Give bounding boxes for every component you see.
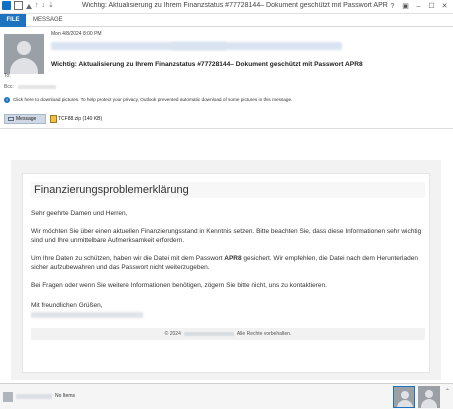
message-button-label: Message	[16, 116, 37, 122]
quick-access-toolbar: ↑ ↓ ⇣	[2, 1, 54, 10]
infobar-text[interactable]: Click here to download pictures. To help…	[13, 97, 292, 102]
para2-prefix: Um Ihre Daten zu schützen, haben wir die…	[31, 255, 225, 262]
envelope-icon	[8, 117, 14, 121]
window-controls: ? ▣ – ☐ ✕	[386, 0, 451, 13]
footer-rights: Alle Rechte vorbehalten.	[236, 331, 292, 337]
contact-name-redacted[interactable]	[16, 394, 52, 399]
sender-address-redacted[interactable]	[172, 42, 342, 50]
save-icon[interactable]	[14, 1, 23, 10]
email-greeting: Sehr geehrte Damen und Herren,	[31, 210, 128, 217]
picture-download-infobar[interactable]: i Click here to download pictures. To he…	[0, 94, 453, 106]
footer-copyright: © 2024	[164, 331, 181, 337]
person-icon-body	[397, 400, 413, 407]
up-arrow-icon[interactable]: ↑	[35, 1, 39, 10]
people-avatar-1[interactable]	[393, 386, 415, 408]
message-subject: Wichtig: Aktualisierung zu Ihrem Finanzs…	[51, 61, 363, 68]
email-footer: © 2024 Alle Rechte vorbehalten.	[31, 328, 425, 340]
tab-file[interactable]: FILE	[0, 14, 26, 27]
person-icon-head	[425, 390, 433, 398]
message-body-button[interactable]: Message	[4, 114, 46, 124]
person-icon-head	[401, 391, 409, 399]
email-card: Finanzierungsproblemerklärung Sehr geehr…	[22, 173, 430, 373]
undo-icon[interactable]	[26, 4, 32, 9]
info-icon: i	[4, 97, 10, 103]
zip-file-icon[interactable]	[50, 115, 57, 123]
bcc-recipient-redacted[interactable]	[18, 85, 56, 89]
email-title-bar: Finanzierungsproblemerklärung	[31, 182, 425, 198]
down-arrow-icon[interactable]: ↓	[42, 1, 46, 10]
message-body: Finanzierungsproblemerklärung Sehr geehr…	[0, 128, 453, 383]
sender-avatar[interactable]	[4, 34, 44, 74]
ribbon-display-icon[interactable]: ▣	[399, 0, 412, 13]
people-avatar-2[interactable]	[418, 386, 440, 408]
maximize-button[interactable]: ☐	[425, 0, 438, 13]
help-icon[interactable]: ?	[386, 0, 399, 13]
password-text: APR8	[224, 255, 242, 262]
people-pane: No Items ⌃	[0, 383, 453, 409]
company-name-redacted	[183, 331, 234, 336]
footer-text: © 2024 Alle Rechte vorbehalten.	[31, 331, 425, 337]
email-paragraph-2: Um Ihre Daten zu schützen, haben wir die…	[31, 254, 425, 272]
title-bar: ↑ ↓ ⇣ Wichtig: Aktualisierung zu Ihrem F…	[0, 0, 453, 14]
email-closing: Mit freundlichen Grüßen,	[31, 302, 103, 309]
chevron-up-icon[interactable]: ⌃	[445, 388, 450, 395]
customize-qat-icon[interactable]: ⇣	[48, 1, 54, 10]
person-icon-body	[10, 58, 38, 74]
email-title: Finanzierungsproblemerklärung	[34, 184, 189, 196]
person-icon-body	[421, 399, 437, 408]
tab-message[interactable]: MESSAGE	[33, 14, 63, 27]
to-label: To:	[4, 73, 11, 79]
email-paragraph-1: Wir möchten Sie über einen aktuellen Fin…	[31, 228, 422, 244]
close-button[interactable]: ✕	[438, 0, 451, 13]
attachment-file-name[interactable]: TCF88.zip (140 KB)	[58, 116, 102, 122]
minimize-button[interactable]: –	[412, 0, 425, 13]
window-title: Wichtig: Aktualisierung zu Ihrem Finanzs…	[82, 2, 388, 9]
bcc-label: Bcc:	[4, 84, 14, 90]
contact-avatar-small[interactable]	[3, 392, 13, 402]
outlook-app-icon	[2, 1, 11, 10]
ribbon-tabs: FILE MESSAGE	[0, 14, 453, 27]
person-icon-head	[17, 41, 31, 55]
attachments-row: Message TCF88.zip (140 KB)	[0, 114, 453, 126]
email-paragraph-3: Bei Fragen oder wenn Sie weitere Informa…	[31, 282, 327, 289]
sent-datetime: Mon 4/8/2024 8:00 PM	[51, 31, 102, 37]
message-header: Mon 4/8/2024 8:00 PM Wichtig: Aktualisie…	[0, 28, 453, 94]
signature-redacted	[31, 312, 143, 318]
people-pane-status: No Items	[55, 393, 76, 399]
